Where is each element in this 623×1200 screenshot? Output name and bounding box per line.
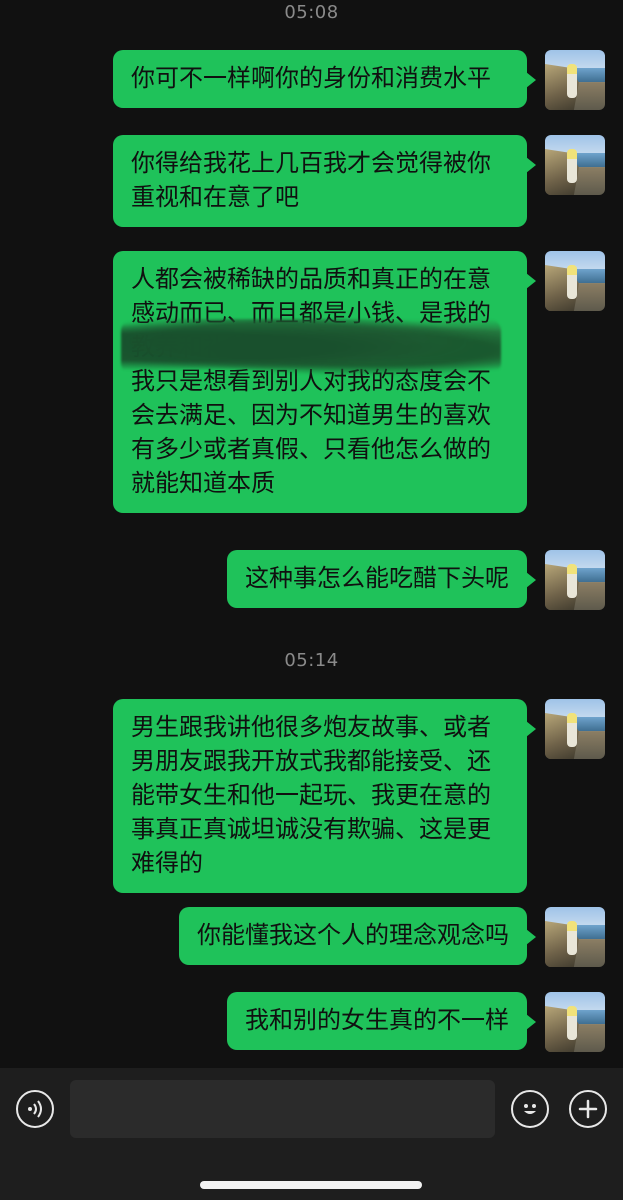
input-bar xyxy=(0,1068,623,1200)
message-bubble[interactable]: 这种事怎么能吃醋下头呢 xyxy=(227,550,536,608)
plus-icon xyxy=(578,1099,598,1119)
timestamp: 05:08 xyxy=(284,2,339,23)
message-input[interactable] xyxy=(70,1080,495,1138)
avatar[interactable] xyxy=(545,699,605,759)
message-row: 人都会被稀缺的品质和真正的在意感动而已、而且都是小钱、是我的教养和礼貌行为 我只… xyxy=(113,251,605,513)
message-bubble[interactable]: 你能懂我这个人的理念观念吗 xyxy=(179,907,536,965)
message-row: 男生跟我讲他很多炮友故事、或者男朋友跟我开放式我都能接受、还能带女生和他一起玩、… xyxy=(113,699,605,893)
avatar[interactable] xyxy=(545,907,605,967)
avatar[interactable] xyxy=(545,550,605,610)
message-row: 这种事怎么能吃醋下头呢 xyxy=(227,550,605,610)
avatar[interactable] xyxy=(545,50,605,110)
emoji-icon xyxy=(524,1104,536,1114)
message-bubble[interactable]: 你可不一样啊你的身份和消费水平 xyxy=(113,50,536,108)
avatar[interactable] xyxy=(545,251,605,311)
emoji-button[interactable] xyxy=(511,1090,549,1128)
message-bubble[interactable]: 人都会被稀缺的品质和真正的在意感动而已、而且都是小钱、是我的教养和礼貌行为 我只… xyxy=(113,251,536,513)
add-button[interactable] xyxy=(569,1090,607,1128)
message-row: 你得给我花上几百我才会觉得被你重视和在意了吧 xyxy=(113,135,605,227)
message-bubble[interactable]: 你得给我花上几百我才会觉得被你重视和在意了吧 xyxy=(113,135,536,227)
redaction-scribble xyxy=(121,319,501,375)
message-bubble[interactable]: 男生跟我讲他很多炮友故事、或者男朋友跟我开放式我都能接受、还能带女生和他一起玩、… xyxy=(113,699,536,893)
message-bubble[interactable]: 我和别的女生真的不一样 xyxy=(227,992,536,1050)
voice-icon xyxy=(28,1100,42,1118)
home-indicator xyxy=(200,1181,422,1189)
message-text-after-redaction: 我只是想看到别人对我的态度会不会去满足、因为不知道男生的喜欢有多少或者真假、只看… xyxy=(131,367,491,497)
chat-area[interactable]: 05:08 你可不一样啊你的身份和消费水平 你得给我花上几百我才会觉得被你重视和… xyxy=(0,0,623,1068)
avatar[interactable] xyxy=(545,135,605,195)
message-row: 你可不一样啊你的身份和消费水平 xyxy=(113,50,605,110)
message-row: 你能懂我这个人的理念观念吗 xyxy=(179,907,605,967)
voice-button[interactable] xyxy=(16,1090,54,1128)
timestamp: 05:14 xyxy=(284,650,339,671)
avatar[interactable] xyxy=(545,992,605,1052)
message-row: 我和别的女生真的不一样 xyxy=(227,992,605,1052)
